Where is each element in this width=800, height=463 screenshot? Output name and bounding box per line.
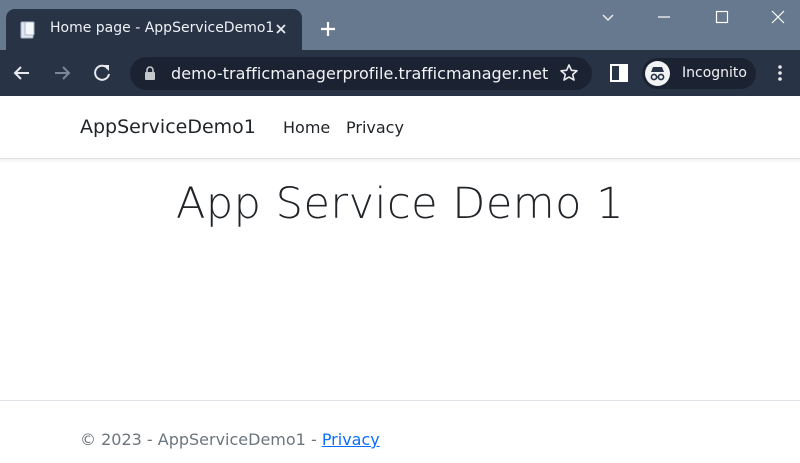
side-panel-icon[interactable] (607, 61, 631, 85)
footer-privacy-link[interactable]: Privacy (322, 430, 380, 449)
footer-copyright: © 2023 - AppServiceDemo1 - Privacy (80, 430, 380, 449)
browser-titlebar: Home page - AppServiceDemo1 (0, 0, 800, 50)
url-text: demo-trafficmanagerprofile.trafficmanage… (171, 64, 549, 83)
tab-title: Home page - AppServiceDemo1 (50, 20, 275, 36)
profile-button[interactable]: Incognito (642, 58, 756, 89)
new-tab-icon[interactable] (316, 17, 340, 41)
nav-link-home[interactable]: Home (283, 118, 330, 137)
reload-icon[interactable] (90, 61, 114, 85)
site-footer: © 2023 - AppServiceDemo1 - Privacy (0, 400, 800, 463)
back-icon[interactable] (10, 61, 34, 85)
close-window-icon[interactable] (750, 0, 800, 34)
browser-tab[interactable]: Home page - AppServiceDemo1 (6, 9, 302, 50)
site-navbar: AppServiceDemo1 Home Privacy (0, 96, 800, 159)
minimize-icon[interactable] (636, 0, 692, 34)
footer-copyright-text: © 2023 - AppServiceDemo1 - (80, 430, 322, 449)
browser-toolbar: demo-trafficmanagerprofile.trafficmanage… (0, 50, 800, 96)
profile-label: Incognito (682, 65, 747, 81)
page-heading: App Service Demo 1 (175, 179, 625, 229)
forward-icon[interactable] (50, 61, 74, 85)
lock-icon[interactable] (144, 66, 156, 85)
maximize-icon[interactable] (694, 0, 750, 34)
bookmark-star-icon[interactable] (559, 63, 579, 87)
nav-link-privacy[interactable]: Privacy (346, 118, 404, 137)
close-tab-icon[interactable] (271, 19, 291, 39)
menu-kebab-icon[interactable] (768, 61, 792, 85)
incognito-icon (645, 61, 670, 86)
tab-search-icon[interactable] (580, 0, 636, 34)
page-icon (20, 21, 36, 39)
address-bar[interactable]: demo-trafficmanagerprofile.trafficmanage… (130, 57, 592, 90)
site-brand-link[interactable]: AppServiceDemo1 (80, 116, 256, 138)
